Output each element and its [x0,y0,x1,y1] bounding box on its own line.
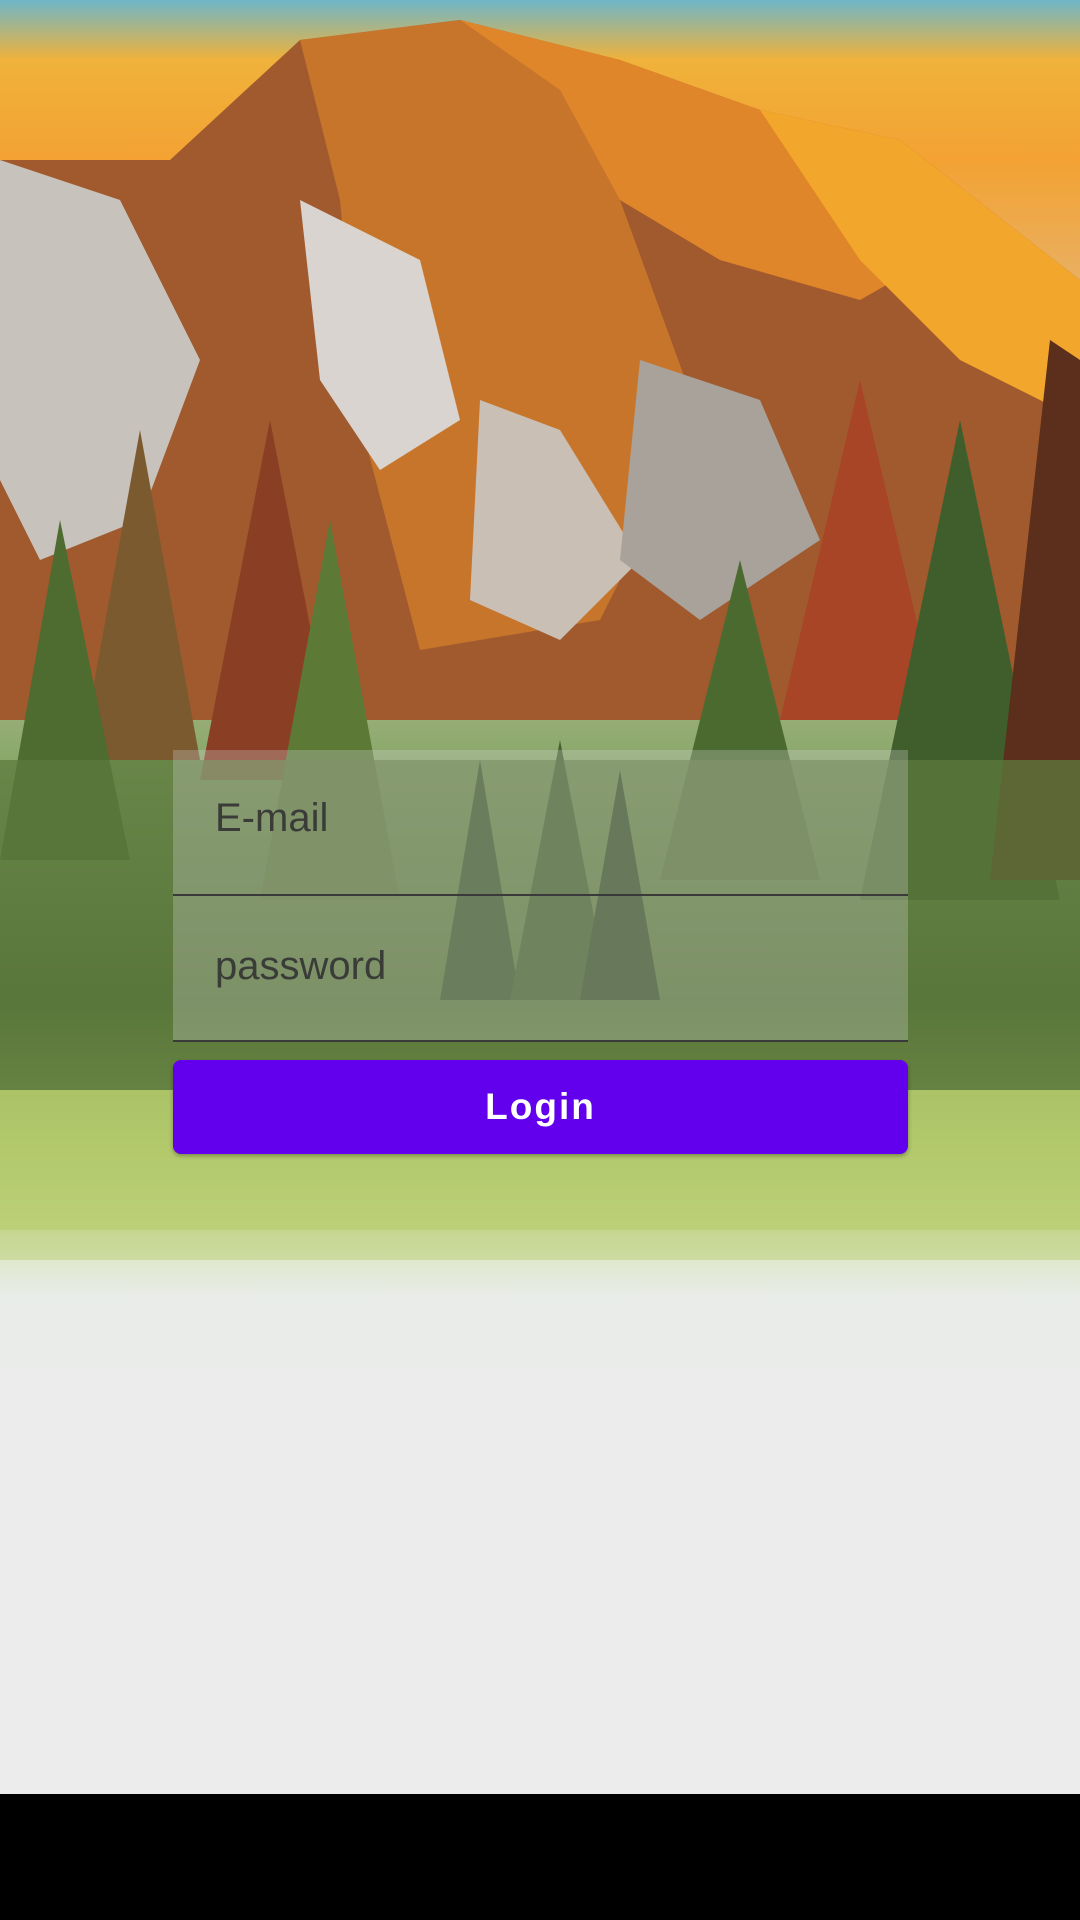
login-button[interactable]: Login [173,1060,908,1154]
email-field-container [173,750,908,896]
login-screen: Login [0,0,1080,1920]
password-field-container [173,896,908,1042]
email-input[interactable] [173,750,908,894]
password-input[interactable] [173,896,908,1040]
navigation-bar-area [0,1794,1080,1920]
lake-mist [0,1230,1080,1794]
